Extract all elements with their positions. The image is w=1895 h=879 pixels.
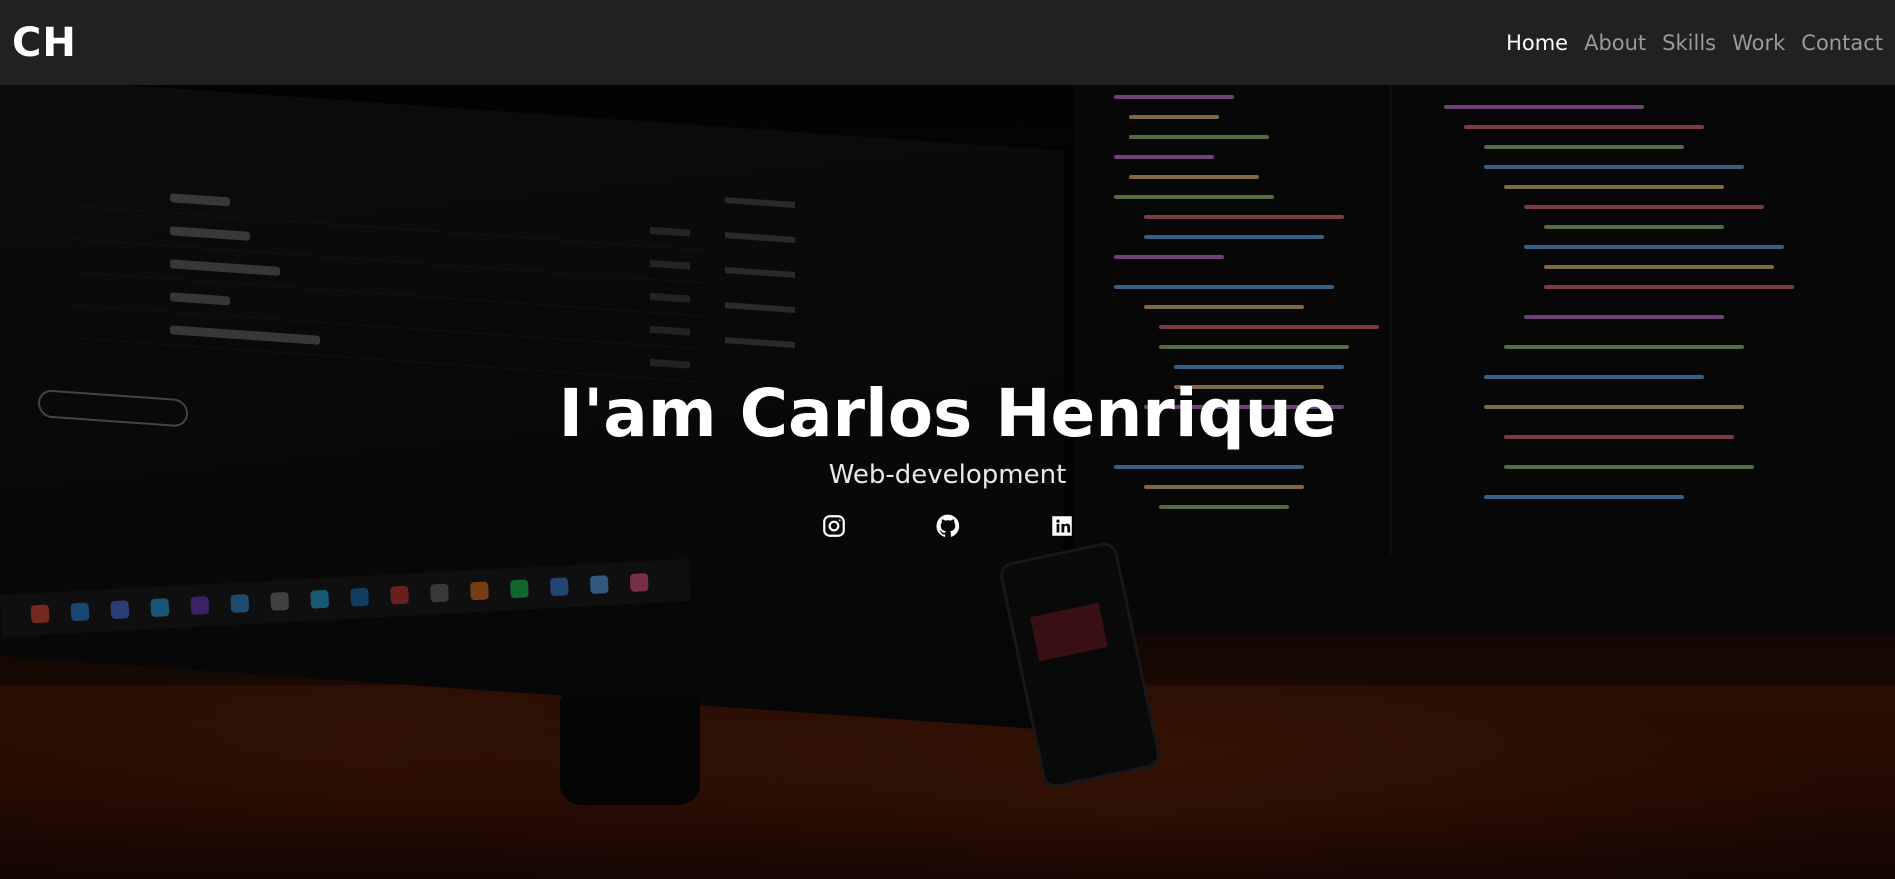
hero-content: I'am Carlos Henrique Web-development bbox=[0, 85, 1895, 879]
instagram-icon bbox=[822, 515, 845, 537]
navbar: CH Home About Skills Work Contact bbox=[0, 0, 1895, 85]
logo[interactable]: CH bbox=[12, 20, 77, 66]
linkedin-link[interactable] bbox=[1048, 512, 1076, 540]
hero-title: I'am Carlos Henrique bbox=[558, 375, 1337, 452]
nav-links: Home About Skills Work Contact bbox=[1506, 31, 1883, 55]
nav-link-contact[interactable]: Contact bbox=[1801, 31, 1883, 55]
hero-subtitle: Web-development bbox=[828, 460, 1067, 490]
github-link[interactable] bbox=[934, 512, 962, 540]
social-links bbox=[820, 512, 1076, 540]
nav-link-home[interactable]: Home bbox=[1506, 31, 1568, 55]
github-icon bbox=[936, 514, 959, 537]
nav-link-work[interactable]: Work bbox=[1732, 31, 1785, 55]
nav-link-skills[interactable]: Skills bbox=[1662, 31, 1716, 55]
linkedin-icon bbox=[1051, 516, 1072, 536]
nav-link-about[interactable]: About bbox=[1584, 31, 1646, 55]
instagram-link[interactable] bbox=[820, 512, 848, 540]
